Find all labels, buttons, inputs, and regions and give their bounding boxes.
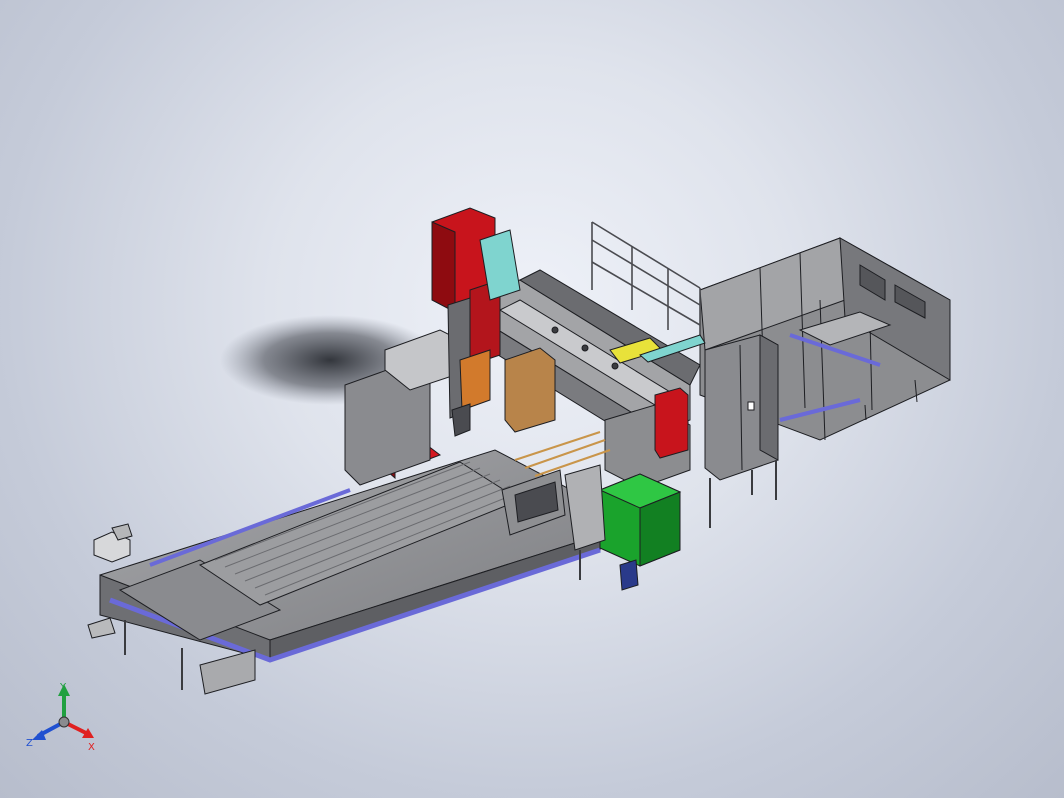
control-cabinet[interactable] xyxy=(704,334,779,528)
axis-triad: Y X Z xyxy=(26,682,95,753)
bed-end-sensor xyxy=(93,523,133,563)
brown-support-block xyxy=(504,347,556,433)
3d-viewport[interactable]: Y X Z xyxy=(0,0,1064,798)
cnc-gantry-machine-model[interactable] xyxy=(0,0,1064,798)
triad-y-label: Y xyxy=(59,682,67,693)
triad-z-label: Z xyxy=(26,738,33,749)
hydraulic-unit-green[interactable] xyxy=(598,473,682,591)
triad-x-label: X xyxy=(88,742,95,753)
